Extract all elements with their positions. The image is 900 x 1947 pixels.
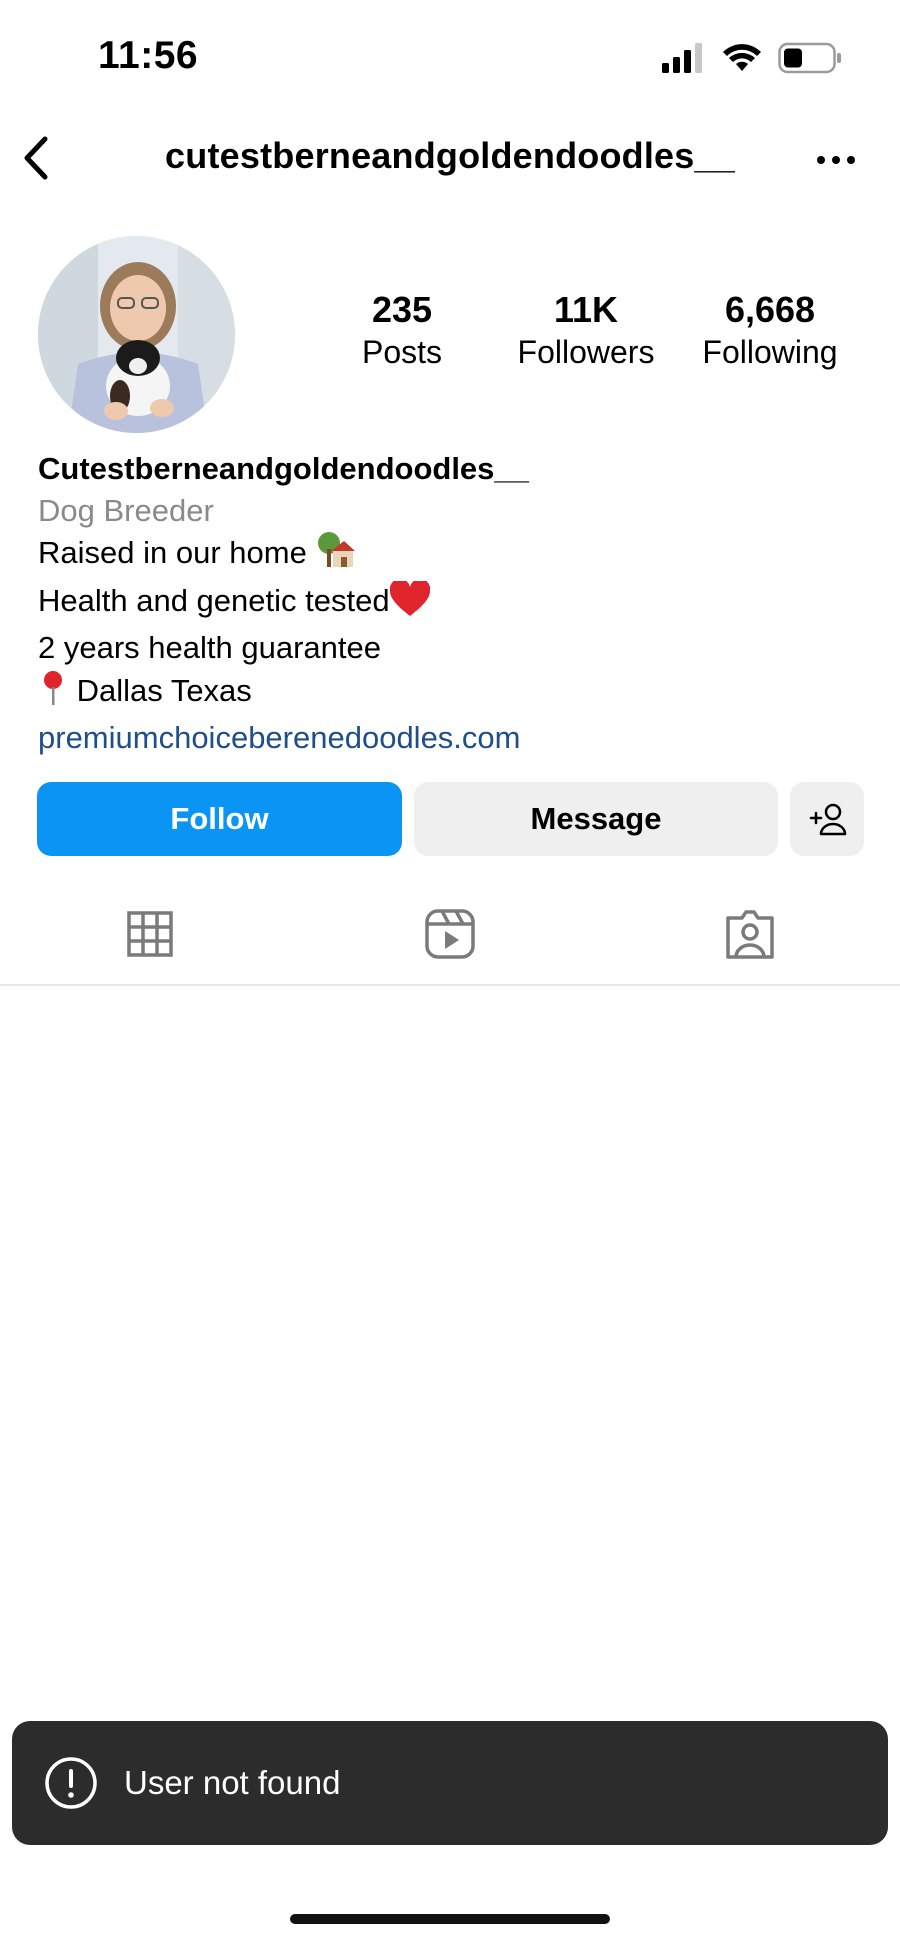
- follow-button[interactable]: Follow: [37, 782, 402, 856]
- more-options-button[interactable]: [814, 148, 858, 172]
- tab-tagged[interactable]: [715, 906, 785, 962]
- bio-line-home: Raised in our home: [38, 531, 878, 580]
- toast-message: User not found: [124, 1764, 341, 1801]
- tabs-divider: [0, 984, 900, 986]
- profile-avatar[interactable]: [38, 236, 235, 433]
- tagged-icon: [726, 910, 774, 959]
- home-indicator[interactable]: [290, 1914, 610, 1924]
- website-link[interactable]: premiumchoiceberenedoodles.com: [38, 717, 878, 759]
- toast-notification: User not found: [12, 1721, 888, 1845]
- more-icon: [817, 156, 855, 164]
- bio-line-health: Health and genetic tested: [38, 578, 878, 628]
- posts-label: Posts: [361, 334, 443, 370]
- battery-icon: [778, 42, 842, 79]
- followers-count: 11K: [553, 289, 619, 330]
- bio-line-home-text: Raised in our home: [38, 535, 307, 570]
- following-label: Following: [702, 334, 838, 370]
- cellular-signal-icon: [662, 42, 706, 78]
- wifi-icon: [722, 43, 762, 78]
- message-button[interactable]: Message: [414, 782, 778, 856]
- status-time: 11:56: [98, 34, 199, 77]
- red-heart-icon: [389, 578, 430, 628]
- tab-grid[interactable]: [115, 906, 185, 962]
- display-name: Cutestberneandgoldendoodles__: [38, 451, 529, 486]
- suggested-users-button[interactable]: [790, 782, 864, 856]
- alert-icon: [45, 1757, 97, 1809]
- header-username: cutestberneandgoldendoodles__: [165, 135, 735, 176]
- bio-line-location: Dallas Texas: [38, 669, 878, 718]
- add-person-icon: [809, 803, 847, 836]
- followers-label: Followers: [517, 334, 655, 370]
- house-with-tree-icon: [315, 531, 356, 580]
- bio-line-location-text: Dallas Texas: [76, 672, 252, 708]
- profile-bio: Cutestberneandgoldendoodles__ Dog Breede…: [38, 448, 878, 759]
- posts-count: 235: [371, 289, 433, 330]
- reels-icon: [425, 909, 475, 959]
- bio-line-guarantee: 2 years health guarantee: [38, 630, 381, 665]
- status-icons: [662, 40, 842, 80]
- posts-stat[interactable]: 235 Posts: [322, 290, 482, 372]
- following-count: 6,668: [724, 289, 816, 330]
- bio-line-health-text: Health and genetic tested: [38, 582, 390, 618]
- grid-icon: [127, 911, 173, 957]
- pin-icon: [38, 669, 68, 718]
- avatar-photo: [38, 236, 235, 433]
- category-label: Dog Breeder: [38, 492, 214, 528]
- followers-stat[interactable]: 11K Followers: [506, 290, 666, 372]
- following-stat[interactable]: 6,668 Following: [690, 290, 850, 372]
- tab-reels[interactable]: [415, 906, 485, 962]
